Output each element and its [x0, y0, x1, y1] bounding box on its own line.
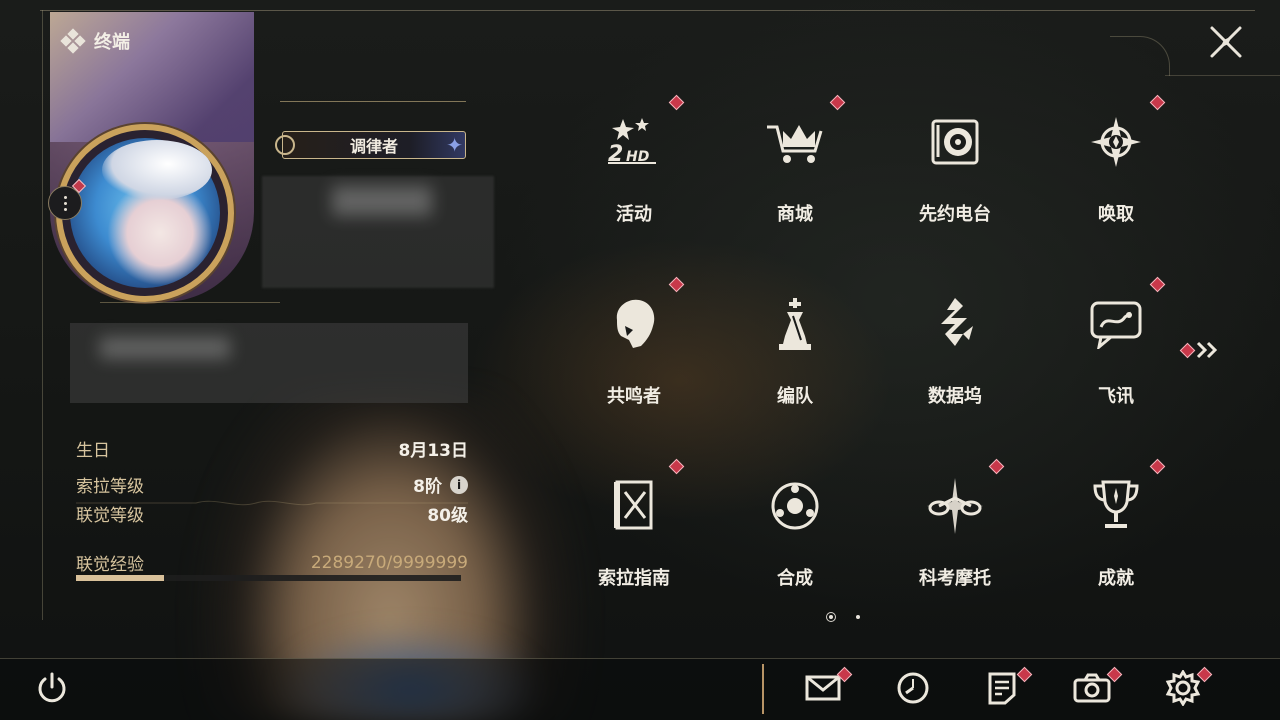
ring-ornament-icon	[275, 135, 295, 155]
trophy-icon	[1086, 476, 1146, 536]
stat-label: 联觉经验	[76, 555, 144, 575]
next-page-button[interactable]	[1179, 340, 1221, 360]
menu-item-event[interactable]: 2 HD 活动	[584, 94, 684, 230]
more-dots-icon	[63, 195, 67, 199]
terminal-header: 终端	[60, 28, 130, 54]
player-title-text: 调律者	[349, 137, 398, 156]
menu-item-label: 数据坞	[928, 386, 982, 407]
menu-item-label: 商城	[777, 204, 813, 225]
synthesis-orb-icon	[765, 476, 825, 536]
stat-label: 索拉等级	[76, 477, 144, 497]
stat-birthday: 生日 8月13日	[76, 436, 468, 461]
frame-line-right	[1165, 75, 1280, 76]
settings-gear-icon	[1165, 670, 1201, 706]
blurred-player-signature[interactable]	[70, 323, 468, 403]
terminal-title: 终端	[94, 32, 130, 53]
avatar[interactable]	[56, 124, 234, 302]
menu-item-label: 成就	[1098, 568, 1134, 589]
more-dot	[63, 201, 67, 205]
motorcycle-icon	[925, 476, 985, 536]
double-chevron-right-icon	[1196, 341, 1218, 359]
menu-item-label: 飞讯	[1098, 386, 1134, 407]
divider	[280, 101, 466, 102]
menu-item-label: 科考摩托	[919, 568, 991, 589]
menu-item-synthesis[interactable]: 合成	[745, 458, 845, 594]
power-icon	[38, 672, 66, 703]
menu-item-label: 编队	[777, 386, 813, 407]
page-dot-current[interactable]	[826, 612, 836, 622]
frame-corner	[1110, 36, 1170, 76]
camera-icon	[1073, 673, 1111, 703]
event-2hd-icon: 2 HD	[604, 112, 664, 172]
frame-line-top	[40, 10, 1255, 11]
toolbar-separator	[762, 664, 764, 714]
menu-item-data-bank[interactable]: 数据坞	[905, 276, 1005, 412]
notification-badge	[1179, 342, 1196, 358]
experience-progress-fill	[76, 575, 165, 581]
menu-item-team[interactable]: 编队	[745, 276, 845, 412]
menu-item-shop[interactable]: 商城	[745, 94, 845, 230]
menu-item-label: 索拉指南	[598, 568, 670, 589]
menu-item-label: 活动	[616, 204, 652, 225]
divider	[100, 302, 280, 303]
menu-item-radio[interactable]: 先约电台	[905, 94, 1005, 230]
radio-record-icon	[925, 112, 985, 172]
shop-cart-icon	[765, 112, 825, 172]
terminal-diamond-icon	[60, 28, 86, 54]
menu-item-resonators[interactable]: 共鸣者	[584, 276, 684, 412]
activity-log-button[interactable]	[893, 668, 933, 708]
stat-value: 8阶	[413, 477, 442, 497]
more-dot	[63, 207, 67, 211]
page-dot[interactable]	[856, 615, 860, 619]
menu-item-label: 唤取	[1098, 204, 1134, 225]
stat-experience: 联觉经验 2289270/9999999	[76, 550, 468, 576]
chat-message-icon	[1086, 294, 1146, 354]
mail-icon	[805, 675, 841, 701]
menu-item-motorcycle[interactable]: 科考摩托	[905, 458, 1005, 594]
experience-progress-bar	[76, 575, 461, 581]
menu-item-achievements[interactable]: 成就	[1066, 458, 1166, 594]
avatar-hat	[102, 140, 212, 200]
player-title-badge[interactable]: 调律者 ✦	[275, 131, 466, 159]
menu-item-sola-guide[interactable]: 索拉指南	[584, 458, 684, 594]
summon-compass-icon	[1086, 112, 1146, 172]
menu-item-convene[interactable]: 唤取	[1066, 94, 1166, 230]
stat-sola-level: 索拉等级 8阶 i	[76, 472, 468, 497]
star-ornament-icon: ✦	[446, 133, 463, 157]
resonator-portrait-icon	[604, 294, 664, 354]
close-button[interactable]	[1206, 22, 1246, 62]
power-button[interactable]	[32, 668, 72, 708]
stat-label: 生日	[76, 441, 110, 461]
stat-synesthesia-level: 联觉等级 80级	[76, 501, 468, 526]
page-indicator	[826, 612, 860, 622]
menu-item-label: 合成	[777, 568, 813, 589]
data-bank-icon	[925, 294, 985, 354]
menu-item-messages[interactable]: 飞讯	[1066, 276, 1166, 412]
stat-value: 80级	[427, 506, 468, 526]
stat-value: 8月13日	[398, 441, 469, 461]
menu-item-label: 先约电台	[919, 204, 991, 225]
page-dot-inner	[829, 615, 833, 619]
menu-item-label: 共鸣者	[607, 386, 661, 407]
close-icon	[1210, 26, 1242, 58]
guide-book-icon	[604, 476, 664, 536]
clock-icon	[897, 672, 929, 704]
frame-line-left	[42, 10, 43, 620]
stat-label: 联觉等级	[76, 506, 144, 526]
stat-value-wrap: 8阶 i	[413, 472, 468, 497]
info-icon[interactable]: i	[450, 475, 468, 494]
blurred-player-name	[262, 176, 494, 288]
notice-icon	[988, 672, 1016, 705]
experience-value: 2289270/9999999	[310, 552, 468, 573]
team-chess-icon	[765, 294, 825, 354]
